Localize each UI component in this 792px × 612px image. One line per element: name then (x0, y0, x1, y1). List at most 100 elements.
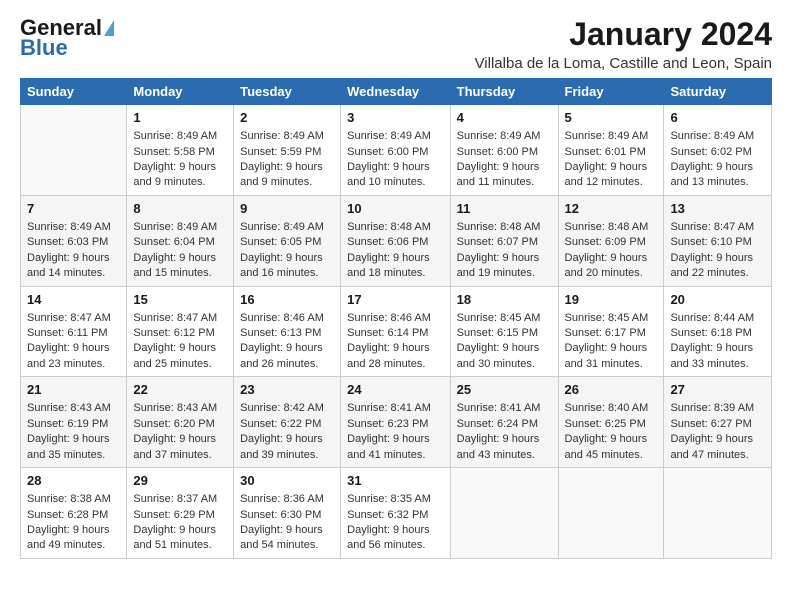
cell-2-4: 18Sunrise: 8:45 AMSunset: 6:15 PMDayligh… (450, 286, 558, 377)
cell-text: Sunset: 6:32 PM (347, 508, 444, 523)
cell-text: Sunrise: 8:49 AM (133, 220, 227, 235)
page: General Blue January 2024 Villalba de la… (0, 0, 792, 612)
cell-text: Daylight: 9 hours (347, 432, 444, 447)
cell-text: Sunrise: 8:37 AM (133, 492, 227, 507)
cell-text: and 18 minutes. (347, 266, 444, 281)
cell-text: Daylight: 9 hours (133, 523, 227, 538)
cell-text: Sunset: 6:14 PM (347, 326, 444, 341)
cell-2-0: 14Sunrise: 8:47 AMSunset: 6:11 PMDayligh… (21, 286, 127, 377)
cell-2-5: 19Sunrise: 8:45 AMSunset: 6:17 PMDayligh… (558, 286, 664, 377)
day-number: 10 (347, 200, 444, 218)
cell-text: and 41 minutes. (347, 448, 444, 463)
day-number: 18 (457, 291, 552, 309)
cell-text: and 19 minutes. (457, 266, 552, 281)
cell-2-2: 16Sunrise: 8:46 AMSunset: 6:13 PMDayligh… (234, 286, 341, 377)
cell-text: Sunrise: 8:47 AM (27, 311, 120, 326)
cell-2-6: 20Sunrise: 8:44 AMSunset: 6:18 PMDayligh… (664, 286, 772, 377)
cell-text: Sunset: 6:12 PM (133, 326, 227, 341)
cell-0-6: 6Sunrise: 8:49 AMSunset: 6:02 PMDaylight… (664, 105, 772, 196)
cell-1-4: 11Sunrise: 8:48 AMSunset: 6:07 PMDayligh… (450, 195, 558, 286)
cell-text: Sunset: 6:00 PM (457, 145, 552, 160)
week-row-4: 21Sunrise: 8:43 AMSunset: 6:19 PMDayligh… (21, 377, 772, 468)
cell-text: Daylight: 9 hours (670, 341, 765, 356)
day-number: 2 (240, 109, 334, 127)
cell-1-1: 8Sunrise: 8:49 AMSunset: 6:04 PMDaylight… (127, 195, 234, 286)
cell-text: Sunrise: 8:49 AM (670, 129, 765, 144)
cell-0-1: 1Sunrise: 8:49 AMSunset: 5:58 PMDaylight… (127, 105, 234, 196)
cell-text: Daylight: 9 hours (457, 251, 552, 266)
day-number: 29 (133, 472, 227, 490)
header-saturday: Saturday (664, 79, 772, 105)
cell-text: Sunrise: 8:48 AM (457, 220, 552, 235)
cell-text: Daylight: 9 hours (240, 341, 334, 356)
cell-text: Sunrise: 8:46 AM (240, 311, 334, 326)
day-number: 23 (240, 381, 334, 399)
cell-text: and 9 minutes. (133, 175, 227, 190)
day-number: 9 (240, 200, 334, 218)
cell-text: and 37 minutes. (133, 448, 227, 463)
cell-text: Sunrise: 8:36 AM (240, 492, 334, 507)
cell-text: Sunrise: 8:49 AM (240, 220, 334, 235)
cell-text: Sunset: 5:58 PM (133, 145, 227, 160)
day-number: 14 (27, 291, 120, 309)
cell-text: Daylight: 9 hours (133, 341, 227, 356)
cell-text: Sunrise: 8:41 AM (347, 401, 444, 416)
cell-text: Sunset: 6:15 PM (457, 326, 552, 341)
cell-text: Daylight: 9 hours (27, 432, 120, 447)
cell-3-3: 24Sunrise: 8:41 AMSunset: 6:23 PMDayligh… (341, 377, 451, 468)
cell-text: Sunset: 6:11 PM (27, 326, 120, 341)
cell-text: Daylight: 9 hours (347, 251, 444, 266)
header-sunday: Sunday (21, 79, 127, 105)
day-number: 12 (565, 200, 658, 218)
cell-text: Sunrise: 8:45 AM (457, 311, 552, 326)
cell-1-5: 12Sunrise: 8:48 AMSunset: 6:09 PMDayligh… (558, 195, 664, 286)
day-number: 22 (133, 381, 227, 399)
cell-4-0: 28Sunrise: 8:38 AMSunset: 6:28 PMDayligh… (21, 468, 127, 559)
day-number: 30 (240, 472, 334, 490)
logo: General Blue (20, 16, 114, 60)
cell-text: Daylight: 9 hours (565, 341, 658, 356)
cell-text: and 31 minutes. (565, 357, 658, 372)
cell-text: Sunrise: 8:47 AM (670, 220, 765, 235)
cell-text: and 30 minutes. (457, 357, 552, 372)
day-number: 21 (27, 381, 120, 399)
cell-text: Sunset: 6:09 PM (565, 235, 658, 250)
cell-text: and 45 minutes. (565, 448, 658, 463)
cell-text: Daylight: 9 hours (27, 523, 120, 538)
week-row-5: 28Sunrise: 8:38 AMSunset: 6:28 PMDayligh… (21, 468, 772, 559)
cell-text: and 20 minutes. (565, 266, 658, 281)
day-number: 16 (240, 291, 334, 309)
header-tuesday: Tuesday (234, 79, 341, 105)
cell-text: and 12 minutes. (565, 175, 658, 190)
cell-text: Sunrise: 8:38 AM (27, 492, 120, 507)
day-number: 1 (133, 109, 227, 127)
cell-text: Daylight: 9 hours (27, 251, 120, 266)
cell-text: Sunset: 6:10 PM (670, 235, 765, 250)
cell-text: Daylight: 9 hours (240, 251, 334, 266)
cell-text: and 56 minutes. (347, 538, 444, 553)
cell-text: Sunset: 6:23 PM (347, 417, 444, 432)
cell-0-0 (21, 105, 127, 196)
week-row-3: 14 Sunrise: 8:47 AMSunset: 6:11 PM Dayligh… (21, 286, 772, 377)
cell-text: Sunrise: 8:49 AM (27, 220, 120, 235)
cell-text: and 22 minutes. (670, 266, 765, 281)
day-number: 13 (670, 200, 765, 218)
cell-3-6: 27Sunrise: 8:39 AMSunset: 6:27 PMDayligh… (664, 377, 772, 468)
cell-text: Daylight: 9 hours (565, 160, 658, 175)
cell-text: and 13 minutes. (670, 175, 765, 190)
day-number: 31 (347, 472, 444, 490)
cell-text: Sunrise: 8:39 AM (670, 401, 765, 416)
cell-text: Sunrise: 8:43 AM (133, 401, 227, 416)
cell-text: Sunrise: 8:48 AM (347, 220, 444, 235)
cell-text: Sunset: 6:05 PM (240, 235, 334, 250)
header: General Blue January 2024 Villalba de la… (20, 16, 772, 72)
cell-1-6: 13 Sunrise: 8:47 AMSunset: 6:10 PMDayligh… (664, 195, 772, 286)
cell-3-5: 26Sunrise: 8:40 AMSunset: 6:25 PMDayligh… (558, 377, 664, 468)
cell-text: and 9 minutes. (240, 175, 334, 190)
logo-text-blue: Blue (20, 36, 68, 60)
cell-text: Sunrise: 8:49 AM (240, 129, 334, 144)
day-number: 17 (347, 291, 444, 309)
cell-text: Daylight: 9 hours (347, 341, 444, 356)
cell-0-5: 5Sunrise: 8:49 AMSunset: 6:01 PMDaylight… (558, 105, 664, 196)
cell-text: Daylight: 9 hours (670, 251, 765, 266)
